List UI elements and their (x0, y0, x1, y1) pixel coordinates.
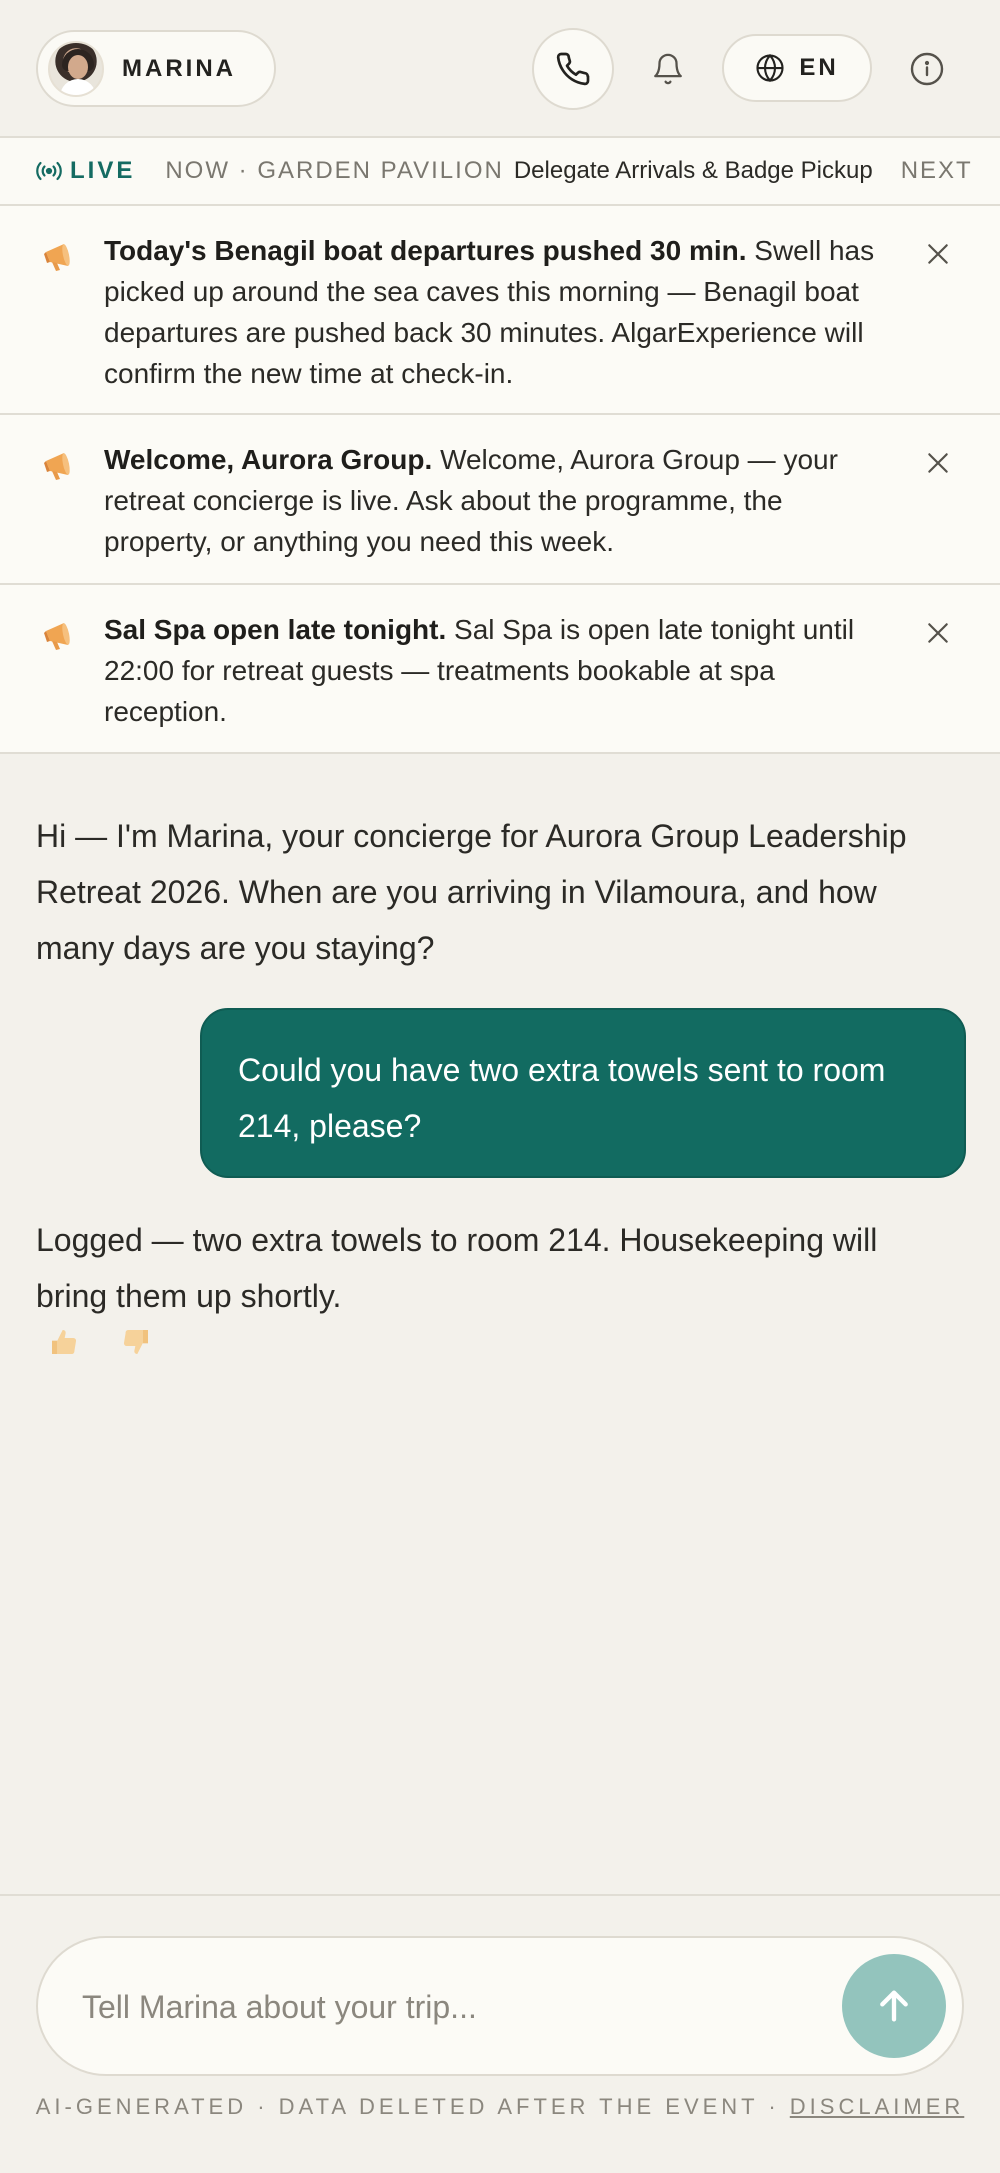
schedule-ticker[interactable]: LIVE NOW · GARDEN PAVILION Delegate Arri… (0, 138, 1000, 206)
megaphone-icon (44, 623, 70, 650)
live-label: LIVE (70, 157, 136, 184)
footer-note-text: AI-GENERATED · DATA DELETED AFTER THE EV… (35, 2094, 790, 2119)
thumbs-down-icon[interactable] (120, 1326, 152, 1358)
top-bar: MARINA EN (0, 0, 1000, 138)
announcement-banner: Today's Benagil boat departures pushed 3… (0, 206, 1000, 415)
announcement-banner: Sal Spa open late tonight. Sal Spa is op… (0, 585, 1000, 754)
live-indicator: LIVE (36, 157, 135, 185)
announcement-text: Sal Spa open late tonight. Sal Spa is op… (104, 609, 884, 732)
dismiss-announcement-button[interactable] (920, 615, 956, 651)
info-icon (910, 52, 944, 86)
assistant-message: Hi — I'm Marina, your concierge for Auro… (36, 818, 907, 966)
close-icon (928, 244, 948, 264)
announcement-title: Welcome, Aurora Group. (104, 444, 433, 475)
disclaimer-link[interactable]: DISCLAIMER (790, 2094, 964, 2119)
assistant-message: Logged — two extra towels to room 214. H… (36, 1222, 878, 1314)
announcement-text: Welcome, Aurora Group. Welcome, Aurora G… (104, 439, 884, 562)
dismiss-announcement-button[interactable] (920, 445, 956, 481)
avatar (48, 40, 104, 97)
bell-icon (654, 53, 682, 85)
message-feedback (48, 1326, 152, 1358)
thumbs-up-icon[interactable] (48, 1326, 80, 1358)
notifications-button[interactable] (643, 44, 693, 94)
dismiss-announcement-button[interactable] (920, 236, 956, 272)
close-icon (928, 623, 948, 643)
broadcast-icon (36, 161, 62, 181)
message-composer (36, 1936, 964, 2076)
megaphone-icon (44, 244, 70, 271)
assistant-name: MARINA (122, 54, 236, 82)
user-message-bubble: Could you have two extra towels sent to … (200, 1008, 966, 1178)
footer-disclaimer-note: AI-GENERATED · DATA DELETED AFTER THE EV… (0, 2094, 1000, 2120)
arrow-up-icon (880, 1990, 908, 2022)
message-input[interactable] (82, 1974, 822, 2040)
globe-icon (756, 53, 784, 83)
send-button[interactable] (842, 1954, 946, 2058)
ticker-time-location: NOW · GARDEN PAVILION (165, 157, 504, 184)
assistant-profile-button[interactable]: MARINA (36, 30, 276, 107)
announcement-banner: Welcome, Aurora Group. Welcome, Aurora G… (0, 415, 1000, 585)
announcement-text: Today's Benagil boat departures pushed 3… (104, 230, 884, 394)
ticker-event-title: Delegate Arrivals & Badge Pickup (513, 157, 873, 184)
phone-icon (556, 52, 590, 86)
announcement-title: Today's Benagil boat departures pushed 3… (104, 235, 747, 266)
language-label: EN (799, 54, 839, 81)
call-button[interactable] (532, 28, 614, 110)
language-selector[interactable]: EN (722, 34, 872, 102)
composer-area (0, 1894, 1000, 2173)
info-button[interactable] (902, 44, 952, 94)
announcement-title: Sal Spa open late tonight. (104, 614, 447, 645)
ticker-next-label: NEXT (900, 157, 973, 184)
close-icon (928, 453, 948, 473)
megaphone-icon (44, 453, 70, 480)
